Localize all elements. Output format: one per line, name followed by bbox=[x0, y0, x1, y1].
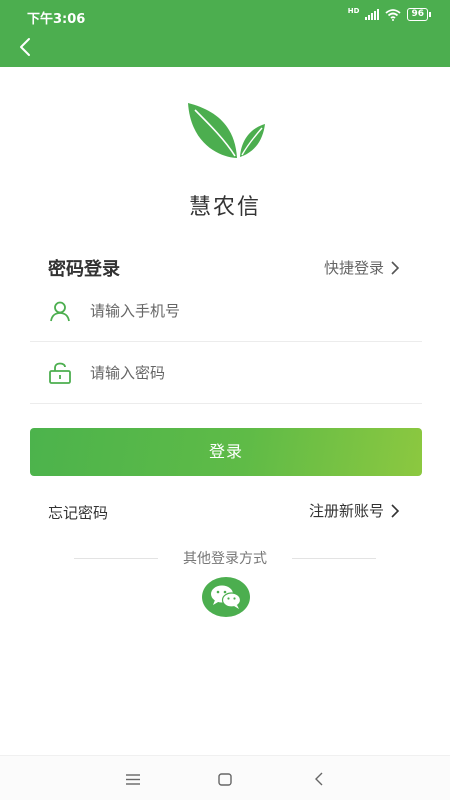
phone-input[interactable] bbox=[90, 290, 422, 331]
password-field bbox=[30, 342, 422, 404]
wifi-icon bbox=[385, 8, 402, 21]
nav-home-button[interactable] bbox=[215, 769, 235, 789]
chevron-left-icon bbox=[20, 38, 30, 56]
status-bar: 下午3:06 HD 96 bbox=[0, 0, 450, 30]
app-header: 下午3:06 HD 96 bbox=[0, 0, 450, 67]
menu-icon bbox=[126, 773, 140, 785]
signal-icon bbox=[365, 9, 380, 20]
other-login-label: 其他登录方式 bbox=[183, 551, 267, 567]
nav-back-button[interactable] bbox=[309, 769, 329, 789]
home-square-icon bbox=[218, 772, 232, 786]
system-nav-bar bbox=[0, 755, 450, 800]
register-label: 注册新账号 bbox=[308, 502, 384, 520]
login-title: 密码登录 bbox=[48, 259, 120, 280]
battery-icon: 96 bbox=[407, 8, 431, 21]
leaf-logo-icon bbox=[188, 103, 265, 158]
user-icon bbox=[50, 301, 70, 321]
network-label: HD bbox=[347, 7, 360, 15]
chevron-right-icon bbox=[391, 503, 400, 518]
back-triangle-icon bbox=[315, 772, 323, 786]
forgot-password-link[interactable]: 忘记密码 bbox=[48, 502, 108, 523]
quick-login-link[interactable]: 快捷登录 bbox=[324, 257, 400, 278]
quick-login-label: 快捷登录 bbox=[323, 259, 384, 277]
password-input[interactable] bbox=[90, 352, 422, 393]
lock-icon bbox=[49, 362, 71, 384]
app-name: 慧农信 bbox=[188, 195, 261, 220]
register-link[interactable]: 注册新账号 bbox=[309, 500, 400, 521]
divider-right bbox=[292, 558, 376, 559]
wechat-login-button[interactable] bbox=[202, 577, 250, 617]
wechat-icon bbox=[211, 585, 242, 609]
status-icons: HD 96 bbox=[347, 7, 431, 21]
back-button[interactable] bbox=[14, 35, 38, 59]
login-button[interactable]: 登录 bbox=[30, 428, 422, 476]
nav-menu-button[interactable] bbox=[123, 769, 143, 789]
phone-field bbox=[30, 280, 422, 342]
chevron-right-icon bbox=[391, 260, 400, 275]
status-time: 下午3:06 bbox=[27, 12, 86, 27]
